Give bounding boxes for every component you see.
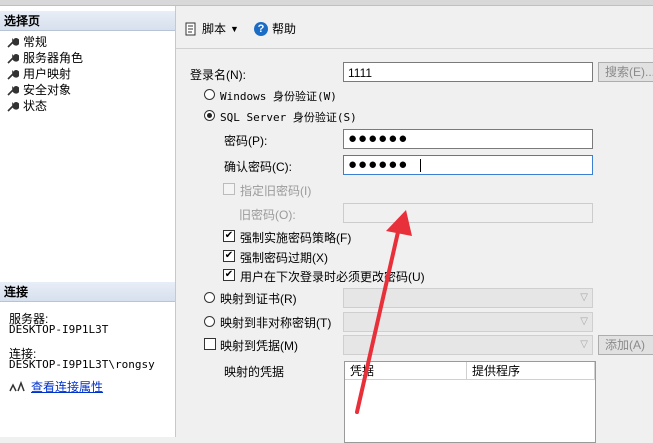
annotation-arrow [355, 210, 412, 414]
